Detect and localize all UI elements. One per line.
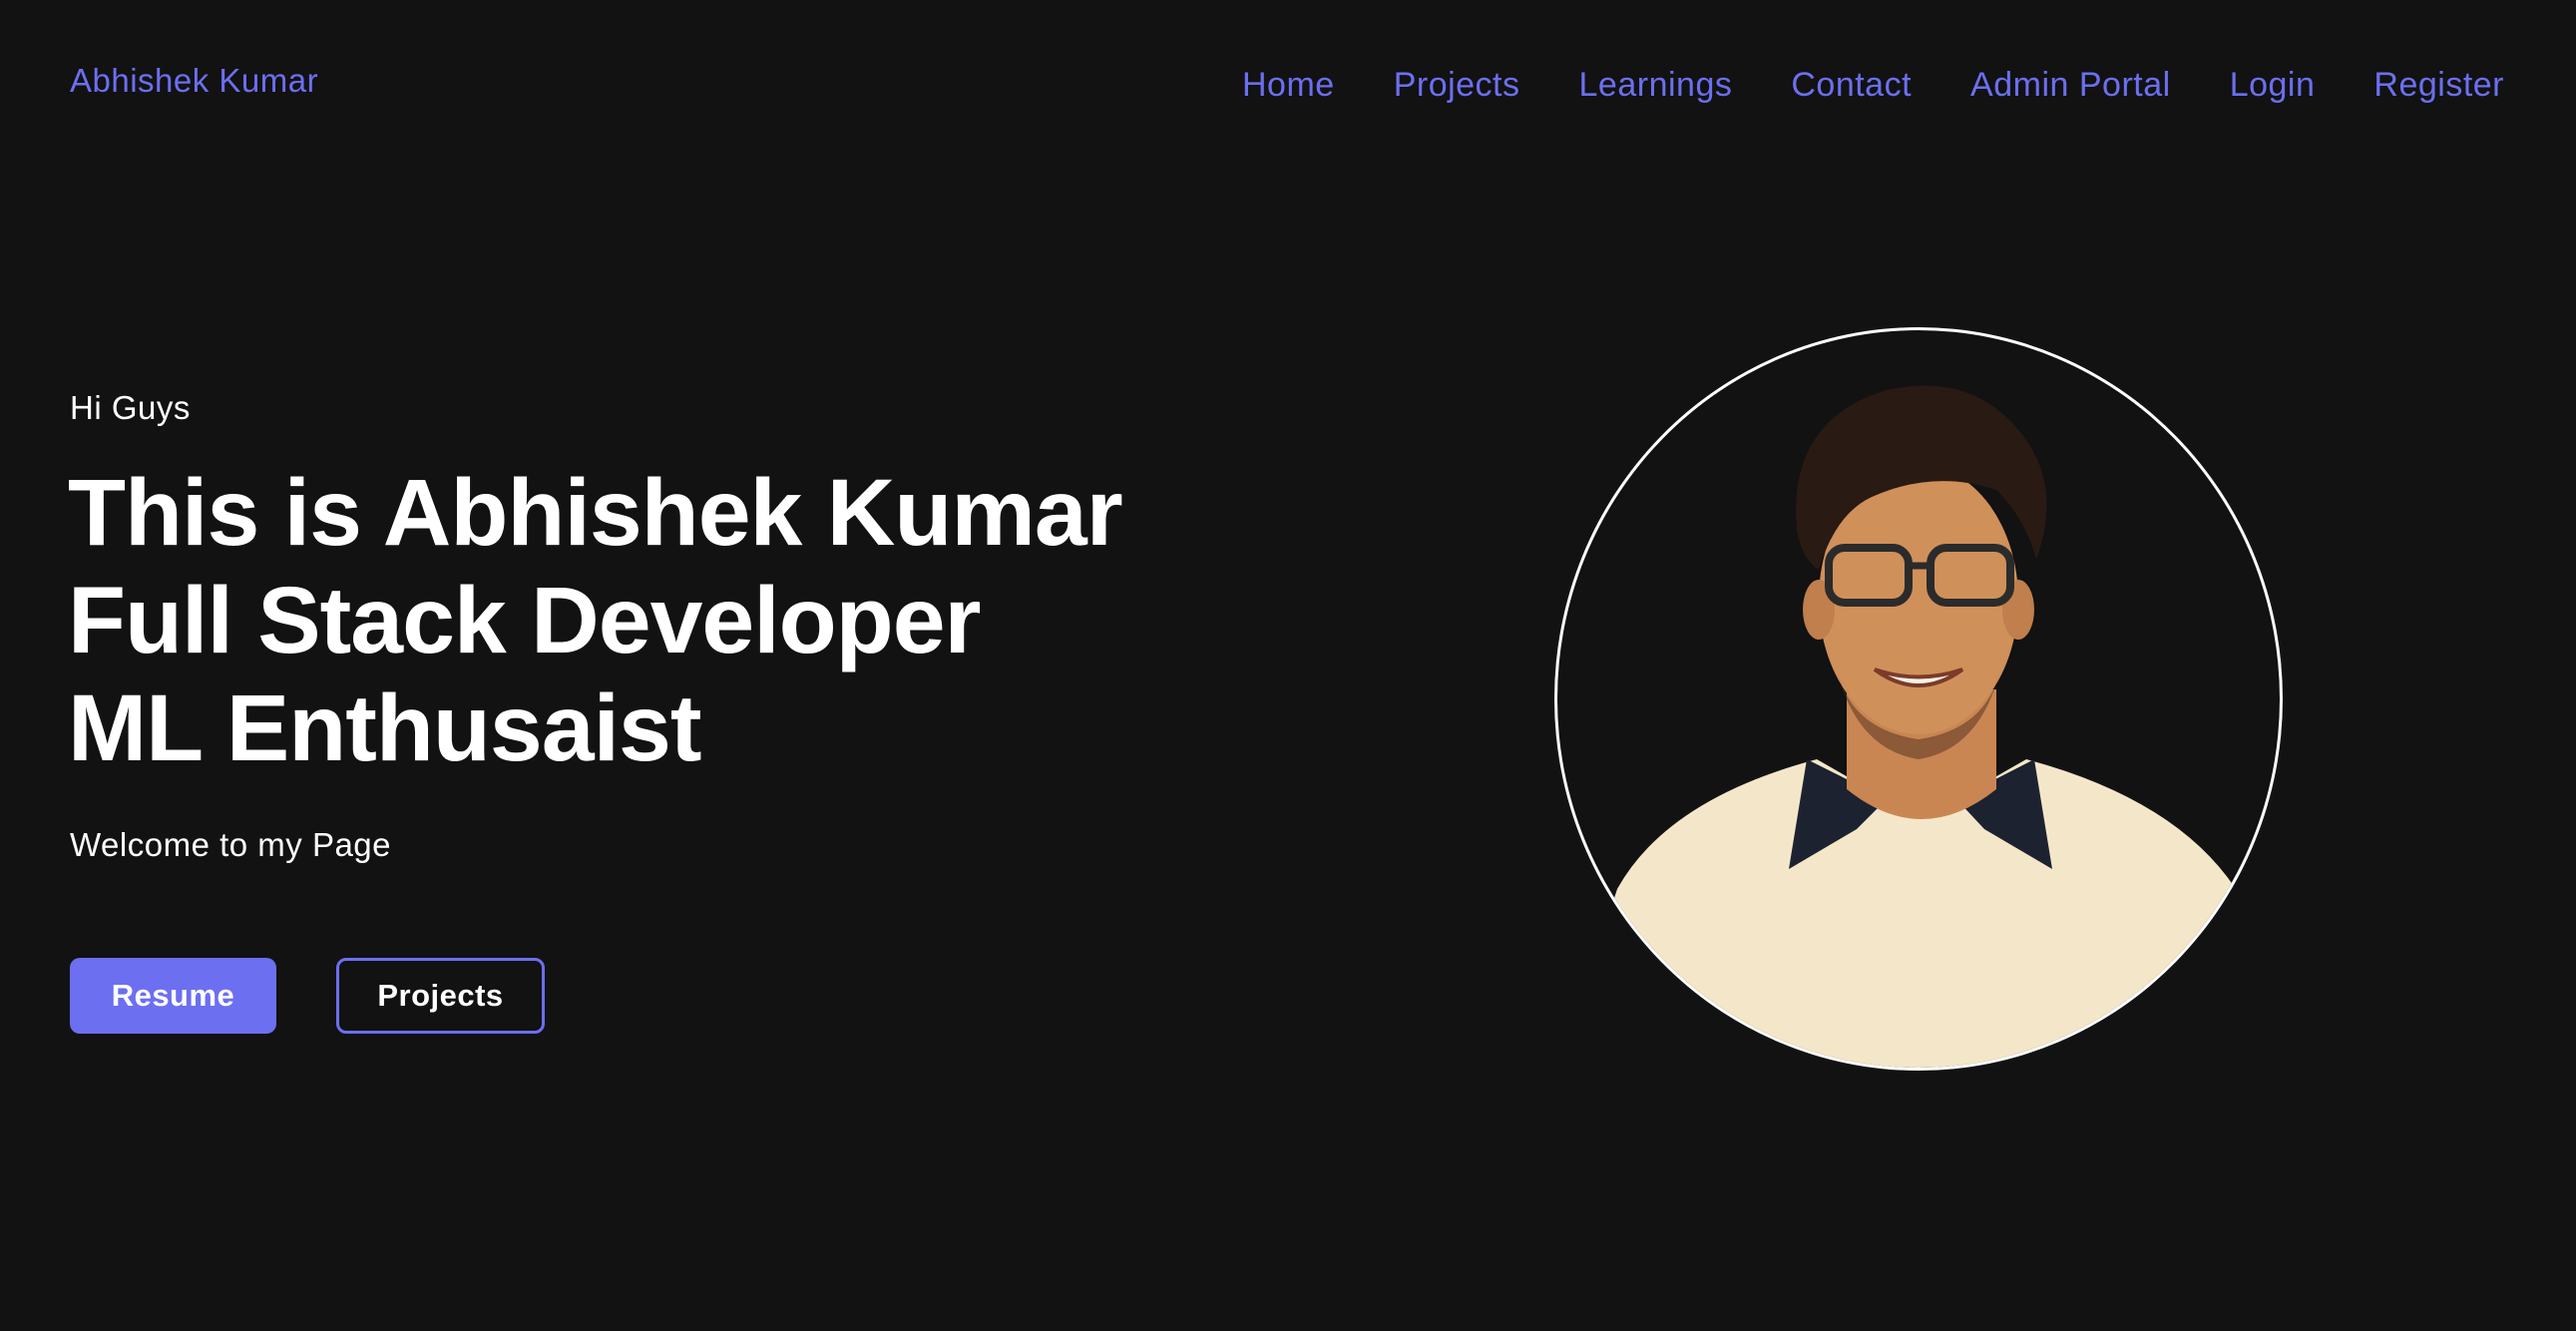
resume-button[interactable]: Resume (70, 958, 276, 1034)
main-nav: Home Projects Learnings Contact Admin Po… (1242, 66, 2504, 105)
nav-item-admin-portal[interactable]: Admin Portal (1970, 66, 2171, 105)
page: Abhishek Kumar Home Projects Learnings C… (0, 0, 2576, 1331)
nav-item-learnings[interactable]: Learnings (1579, 66, 1733, 105)
nav-item-register[interactable]: Register (2373, 66, 2504, 105)
hero-welcome-text: Welcome to my Page (70, 826, 392, 863)
nav-item-login[interactable]: Login (2230, 66, 2316, 105)
projects-button[interactable]: Projects (336, 958, 545, 1034)
nav-item-projects[interactable]: Projects (1394, 66, 1520, 105)
brand-logo-link[interactable]: Abhishek Kumar (70, 62, 318, 100)
headline-line-name: This is Abhishek Kumar (68, 460, 1123, 566)
profile-photo (1554, 327, 2283, 1071)
headline-line-interest: ML Enthusaist (68, 675, 701, 781)
headline-line-role: Full Stack Developer (68, 568, 982, 673)
hero-headline: This is Abhishek Kumar Full Stack Develo… (68, 459, 1123, 782)
hero-greeting: Hi Guys (70, 389, 191, 426)
nav-item-home[interactable]: Home (1242, 66, 1335, 105)
portrait-illustration (1557, 385, 2280, 1068)
nav-item-contact[interactable]: Contact (1791, 66, 1912, 105)
